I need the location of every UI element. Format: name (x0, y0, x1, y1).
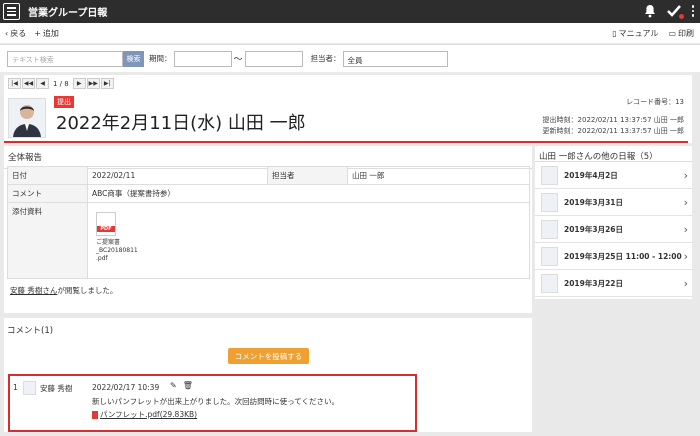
attachment-label: 添付資料 (7, 202, 88, 279)
check-icon[interactable] (666, 3, 684, 19)
comment-attachment[interactable]: パンフレット.pdf(29.83KB) (92, 409, 197, 420)
updated-time: 更新時刻：2022/02/11 13:37:57 山田 一郎 (542, 127, 684, 135)
print-button[interactable]: ▭ 印刷 (668, 28, 694, 39)
assignee-select[interactable]: 全員 (342, 50, 448, 67)
period-separator: 〜 (233, 55, 243, 65)
date-value: 2022/02/11 (87, 166, 268, 185)
plus-icon: + (34, 28, 41, 38)
back-button[interactable]: ‹ 戻る (5, 28, 26, 39)
comments-title: コメント(1) (7, 326, 54, 336)
comment-text: 新しいパンフレットが出来上がりました。次回訪問時に使ってください。 (92, 397, 340, 406)
title-bar: 営業グループ日報 (0, 0, 700, 23)
viewer-link[interactable]: 安藤 秀樹さん (10, 286, 57, 295)
search-input[interactable]: テキスト検索 (7, 50, 123, 67)
comment-item: 1 安藤 秀樹 2022/02/17 10:39 ✎ 🗑 新しいパンフレットが出… (8, 374, 417, 432)
list-item[interactable]: 2019年4月2日 › (535, 162, 692, 189)
notification-dot (678, 14, 684, 19)
toolbar: ‹ 戻る + 追加 ▯ マニュアル ▭ 印刷 (0, 23, 700, 43)
avatar (541, 246, 558, 266)
chevron-right-icon: › (683, 249, 688, 263)
status-badge: 提出 (54, 96, 74, 108)
page-position: 1 / 8 (53, 79, 69, 88)
pencil-icon[interactable]: ✎ (170, 381, 177, 390)
period-start-input[interactable] (173, 50, 232, 67)
comment-value: ABC商事（提案書持参） (87, 184, 530, 203)
manual-button[interactable]: ▯ マニュアル (612, 28, 658, 39)
assignee-value: 山田 一郎 (347, 166, 530, 185)
comment-datetime: 2022/02/17 10:39 (92, 383, 160, 392)
more-icon[interactable] (691, 5, 694, 17)
chevron-left-icon: ‹ (5, 28, 9, 38)
submitted-time: 提出時刻：2022/02/11 13:37:57 山田 一郎 (542, 116, 684, 124)
app-title: 営業グループ日報 (28, 8, 108, 19)
prev-fast-button[interactable]: ◀◀ (22, 78, 35, 89)
book-icon: ▯ (612, 28, 617, 38)
post-comment-button[interactable]: コメントを投稿する (228, 348, 309, 364)
report-section: 全体報告 日付 2022/02/11 担当者 山田 一郎 コメント ABC商事（… (4, 146, 532, 313)
search-bar: テキスト検索 検索 期間： 〜 担当者： 全員 (0, 44, 700, 72)
avatar (23, 381, 36, 395)
table-row: コメント ABC商事（提案書持参） (7, 184, 530, 203)
chevron-right-icon: › (683, 195, 688, 209)
chevron-right-icon: › (683, 168, 688, 182)
other-reports-panel: 山田 一郎さんの他の日報（5） 2019年4月2日 › 2019年3月31日 ›… (535, 146, 692, 299)
other-reports-title: 山田 一郎さんの他の日報（5） (535, 146, 692, 162)
chevron-right-icon: › (683, 276, 688, 290)
pdf-file-icon: PDF (96, 212, 116, 236)
prev-page-button[interactable]: ◀ (36, 78, 49, 89)
viewed-notice: 安藤 秀樹さんが閲覧しました。 (10, 286, 118, 295)
period-label: 期間： (149, 54, 172, 63)
bell-icon[interactable] (644, 4, 656, 18)
next-fast-button[interactable]: ▶▶ (86, 78, 100, 89)
chevron-right-icon: › (683, 222, 688, 236)
list-item[interactable]: 2019年3月26日 › (535, 216, 692, 243)
avatar (541, 192, 558, 212)
avatar (541, 219, 558, 239)
pdf-file-icon (92, 410, 98, 419)
avatar (8, 98, 46, 138)
assignee-label-cell: 担当者 (267, 166, 348, 185)
attachment-cell: PDF ご提案書 _BC20180811 .pdf (87, 202, 530, 279)
search-button[interactable]: 検索 (123, 50, 144, 67)
comment-author: 安藤 秀樹 (40, 384, 73, 393)
pdf-attachment[interactable]: PDF ご提案書 _BC20180811 .pdf (96, 212, 144, 263)
table-row: 添付資料 PDF ご提案書 _BC20180811 .pdf (7, 202, 530, 279)
file-name: ご提案書 _BC20180811 .pdf (96, 239, 138, 262)
header-divider (4, 141, 688, 143)
pager: |◀ ◀◀ ◀ 1 / 8 ▶ ▶▶ ▶| (8, 78, 114, 89)
list-item[interactable]: 2019年3月22日 › (535, 270, 692, 297)
comments-section: コメント(1) コメントを投稿する 1 安藤 秀樹 2022/02/17 10:… (4, 318, 532, 432)
assignee-label: 担当者： (310, 54, 341, 63)
page-title: 2022年2月11日(水) 山田 一郎 (56, 113, 306, 134)
period-end-input[interactable] (244, 50, 303, 67)
avatar (541, 273, 558, 293)
comment-label: コメント (7, 184, 88, 203)
menu-icon[interactable] (3, 3, 20, 20)
add-button[interactable]: + 追加 (34, 28, 59, 39)
date-label: 日付 (7, 166, 88, 185)
record-header: |◀ ◀◀ ◀ 1 / 8 ▶ ▶▶ ▶| 提出 2022年2月11日(水) 山… (4, 75, 692, 143)
report-table: 日付 2022/02/11 担当者 山田 一郎 コメント ABC商事（提案書持参… (7, 166, 530, 279)
comment-number: 1 (13, 383, 18, 392)
printer-icon: ▭ (668, 28, 676, 38)
trash-icon[interactable]: 🗑 (183, 381, 193, 390)
table-row: 日付 2022/02/11 担当者 山田 一郎 (7, 166, 530, 185)
list-item[interactable]: 2019年3月25日 11:00 - 12:00 › (535, 243, 692, 270)
avatar (541, 165, 558, 185)
record-number: レコード番号：13 (626, 98, 684, 106)
first-page-button[interactable]: |◀ (8, 78, 21, 89)
next-page-button[interactable]: ▶ (72, 78, 86, 89)
list-item[interactable]: 2019年3月31日 › (535, 189, 692, 216)
last-page-button[interactable]: ▶| (100, 78, 114, 89)
